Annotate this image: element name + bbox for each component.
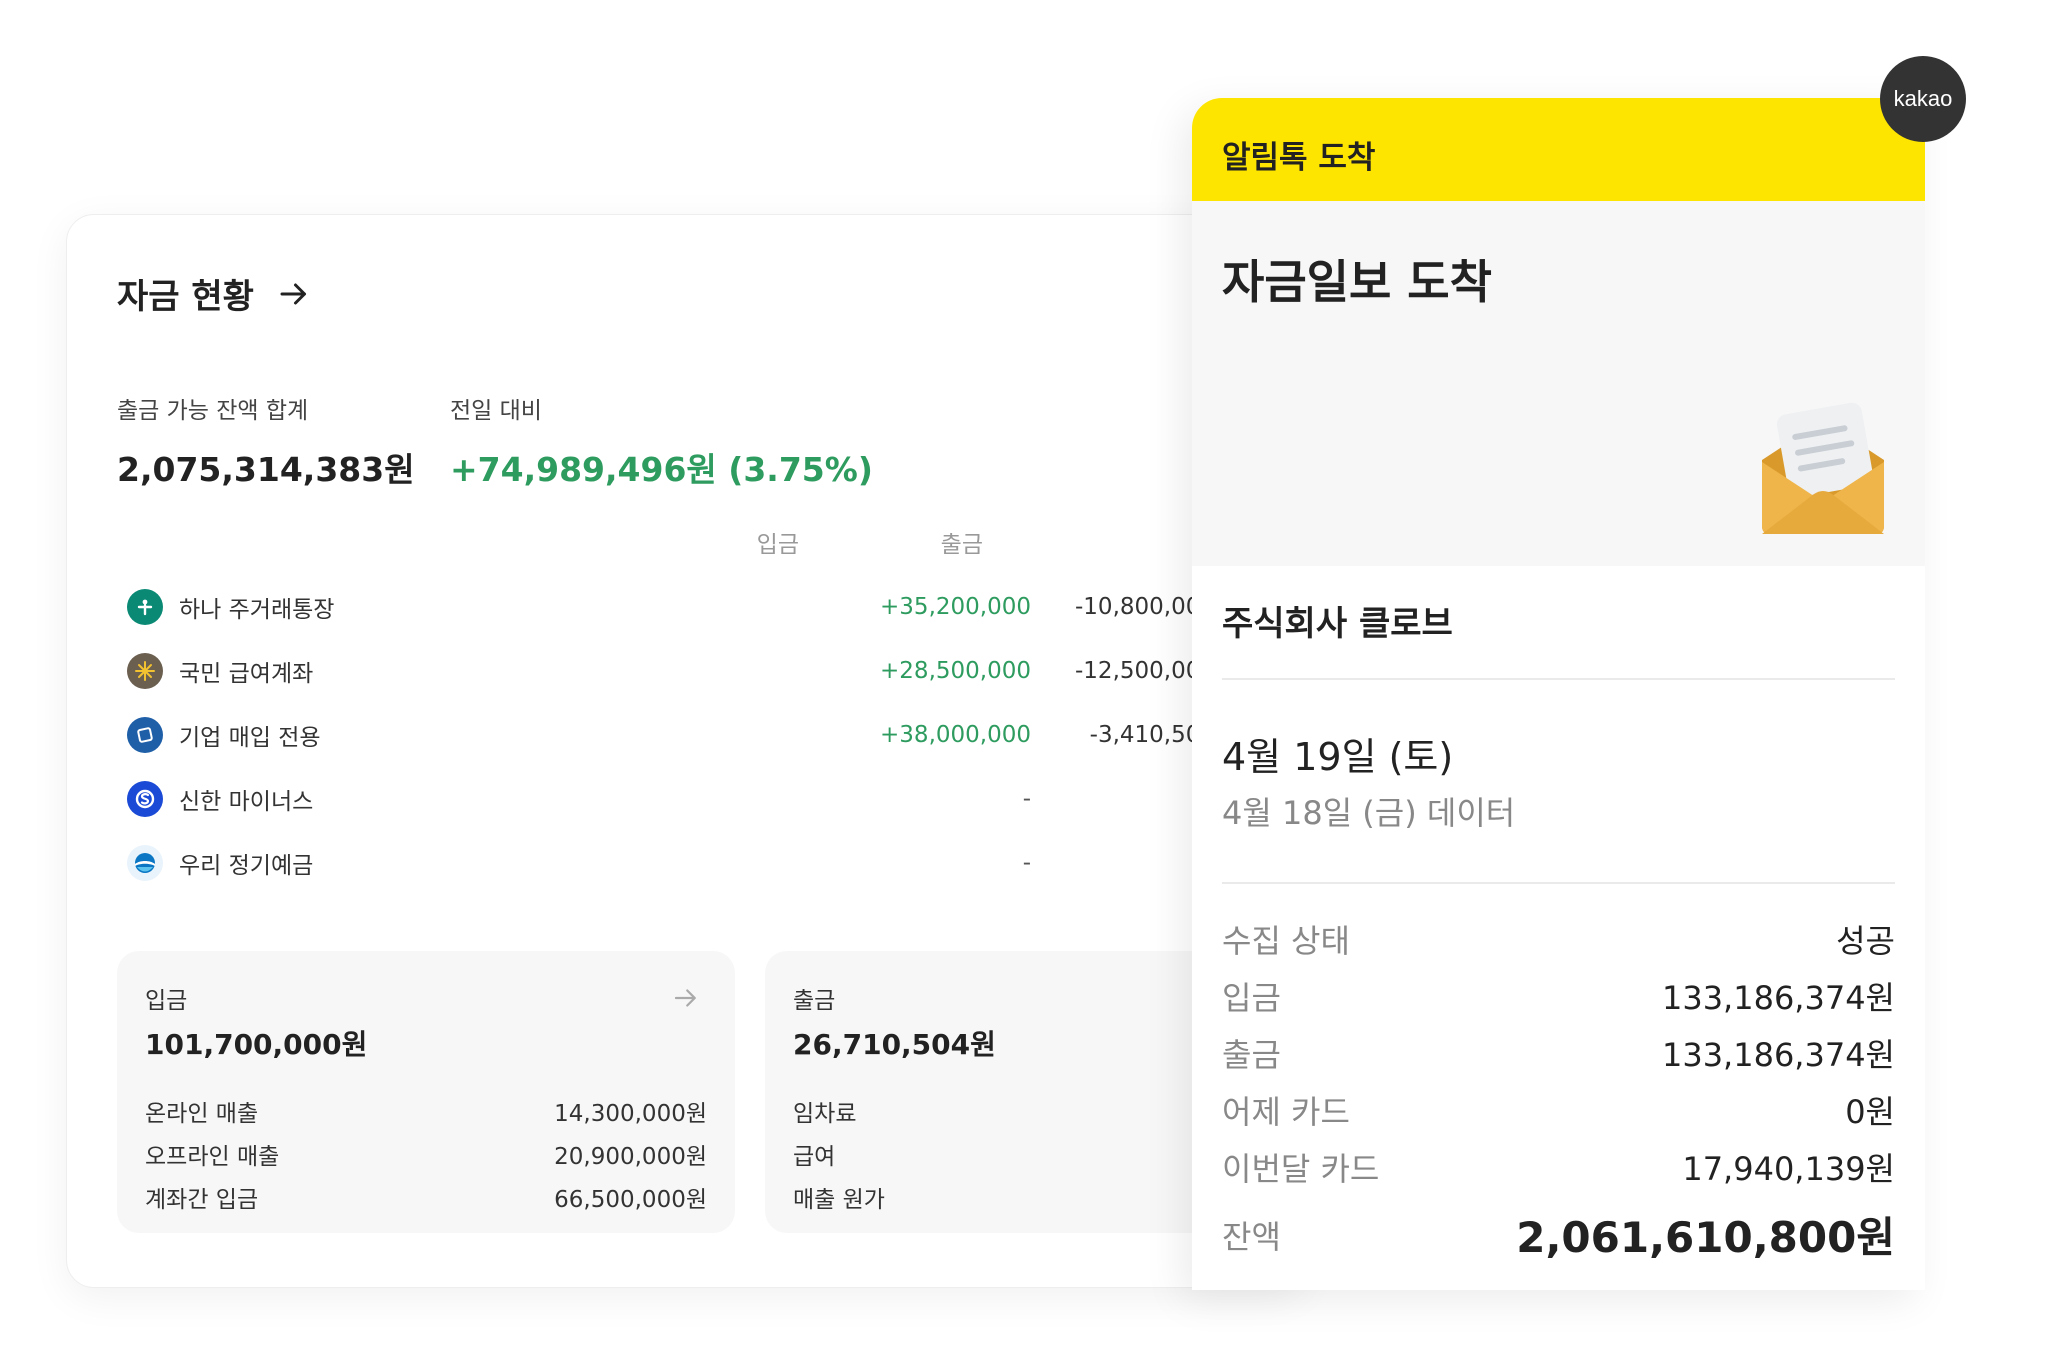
deposit-summary-value: 101,700,000원 [145, 1028, 368, 1061]
notification-body: 주식회사 클로브 4월 19일 (토) 4월 18일 (금) 데이터 수집 상태… [1192, 566, 1925, 1290]
breakdown-value: 20,900,000원 [554, 1143, 707, 1170]
account-name: 하나 주거래통장 [179, 597, 335, 623]
summary-row-status: 수집 상태 성공 [1222, 916, 1895, 962]
envelope-icon [1762, 402, 1884, 534]
kb-bank-logo-icon [127, 653, 163, 689]
account-name: 국민 급여계좌 [179, 661, 314, 687]
summary-value: 133,186,374원 [1661, 1036, 1895, 1074]
deposit-summary-box[interactable]: 입금 101,700,000원 온라인 매출 14,300,000원 오프라인 … [117, 951, 735, 1233]
arrow-right-icon[interactable] [276, 276, 312, 312]
account-deposit: - [1022, 850, 1031, 876]
account-row[interactable]: 신한 마이너스 - - [127, 767, 1217, 831]
column-header-deposit: 입금 [756, 532, 799, 558]
summary-value: 17,940,139원 [1682, 1150, 1895, 1188]
divider [1222, 678, 1895, 680]
account-row[interactable]: 기업 매입 전용 +38,000,000 -3,410,504 [127, 703, 1217, 767]
balance-label: 잔액 [1222, 1217, 1281, 1256]
daily-change-value: +74,989,496원 (3.75%) [450, 450, 873, 489]
breakdown-label: 오프라인 매출 [145, 1143, 280, 1170]
daily-change-label: 전일 대비 [450, 398, 542, 424]
daily-change-metric: 전일 대비 +74,989,496원 (3.75%) [450, 391, 873, 491]
available-balance-label: 출금 가능 잔액 합계 [117, 398, 309, 424]
withdrawal-summary-value: 26,710,504원 [793, 1028, 996, 1061]
kakao-badge: kakao [1880, 56, 1966, 142]
summary-row-balance: 잔액 2,061,610,800원 [1222, 1204, 1895, 1265]
summary-row-deposit: 입금 133,186,374원 [1222, 973, 1895, 1019]
account-deposit: - [1022, 786, 1031, 812]
summary-label: 입금 [1222, 979, 1281, 1017]
notification-header-label: 알림톡 도착 [1222, 140, 1376, 176]
deposit-breakdown: 온라인 매출 14,300,000원 오프라인 매출 20,900,000원 계… [145, 1089, 707, 1218]
account-name: 우리 정기예금 [179, 853, 314, 879]
column-header-withdrawal: 출금 [940, 532, 983, 558]
balance-value: 2,061,610,800원 [1516, 1213, 1895, 1262]
kakao-notification-card: 알림톡 도착 자금일보 도착 주식회사 클로브 4월 19일 (토) 4월 18… [1192, 98, 1925, 1290]
breakdown-value: 66,500,000원 [554, 1186, 707, 1213]
deposit-summary-label: 입금 [145, 988, 188, 1014]
divider [1222, 882, 1895, 884]
company-name: 주식회사 클로브 [1222, 604, 1453, 644]
data-date: 4월 18일 (금) 데이터 [1222, 794, 1516, 832]
notification-title: 자금일보 도착 [1222, 255, 1492, 309]
summary-label: 어제 카드 [1222, 1093, 1350, 1131]
fund-status-title-text: 자금 현황 [117, 277, 254, 317]
shinhan-bank-logo-icon [127, 781, 163, 817]
account-row[interactable]: 하나 주거래통장 +35,200,000 -10,800,000 [127, 575, 1217, 639]
account-name: 기업 매입 전용 [179, 725, 321, 751]
hana-bank-logo-icon [127, 589, 163, 625]
summary-value: 0원 [1845, 1093, 1895, 1131]
account-list: 하나 주거래통장 +35,200,000 -10,800,000 국민 급여계좌… [127, 575, 1217, 895]
breakdown-label: 계좌간 입금 [145, 1186, 259, 1213]
summary-label: 출금 [1222, 1036, 1281, 1074]
summary-row-yesterday-card: 어제 카드 0원 [1222, 1087, 1895, 1133]
summary-row-month-card: 이번달 카드 17,940,139원 [1222, 1144, 1895, 1190]
breakdown-row: 온라인 매출 14,300,000원 [145, 1089, 707, 1132]
summary-label: 수집 상태 [1222, 922, 1350, 960]
fund-status-title[interactable]: 자금 현황 [117, 269, 312, 318]
ibk-bank-logo-icon [127, 717, 163, 753]
breakdown-label: 매출 원가 [793, 1186, 885, 1213]
account-name: 신한 마이너스 [179, 789, 314, 815]
available-balance-metric: 출금 가능 잔액 합계 2,075,314,383원 [117, 391, 415, 491]
arrow-right-icon[interactable] [671, 983, 701, 1013]
account-row[interactable]: 우리 정기예금 - - [127, 831, 1217, 895]
account-row[interactable]: 국민 급여계좌 +28,500,000 -12,500,000 [127, 639, 1217, 703]
breakdown-label: 급여 [793, 1143, 836, 1170]
notification-header: 알림톡 도착 [1192, 98, 1925, 201]
summary-row-withdrawal: 출금 133,186,374원 [1222, 1030, 1895, 1076]
breakdown-value: 14,300,000원 [554, 1100, 707, 1127]
summary-label: 이번달 카드 [1222, 1150, 1380, 1188]
summary-value: 성공 [1836, 922, 1895, 960]
account-deposit: +35,200,000 [880, 594, 1031, 620]
available-balance-value: 2,075,314,383원 [117, 450, 415, 489]
breakdown-row: 오프라인 매출 20,900,000원 [145, 1132, 707, 1175]
account-deposit: +38,000,000 [880, 722, 1031, 748]
woori-bank-logo-icon [127, 845, 163, 881]
withdrawal-summary-label: 출금 [793, 988, 836, 1014]
account-deposit: +28,500,000 [880, 658, 1031, 684]
breakdown-row: 계좌간 입금 66,500,000원 [145, 1175, 707, 1218]
report-date: 4월 19일 (토) [1222, 735, 1454, 779]
fund-status-card: 자금 현황 출금 가능 잔액 합계 2,075,314,383원 전일 대비 +… [66, 214, 1306, 1288]
breakdown-label: 온라인 매출 [145, 1100, 259, 1127]
breakdown-label: 임차료 [793, 1100, 857, 1127]
summary-value: 133,186,374원 [1661, 979, 1895, 1017]
